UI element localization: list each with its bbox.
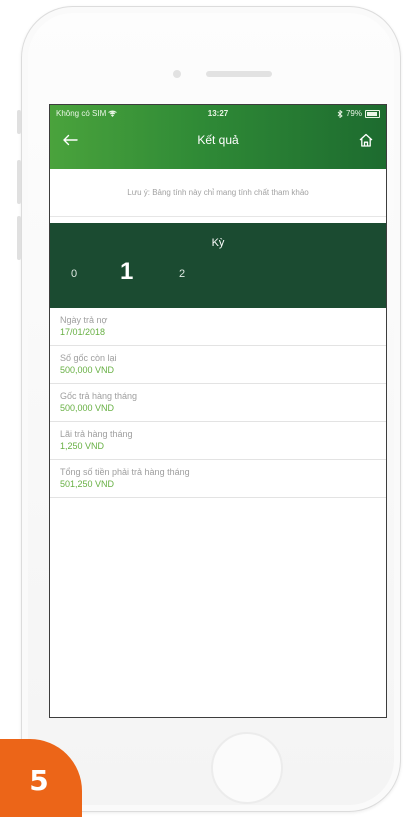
battery-percent: 79% [345, 109, 362, 118]
earpiece-speaker [206, 71, 272, 77]
status-bar: Không có SIM 13:27 79% [50, 107, 386, 121]
status-right: 79% [337, 109, 380, 118]
app-header: Không có SIM 13:27 79% Kết quả [50, 105, 386, 169]
period-tab-0[interactable]: 0 [71, 268, 77, 280]
phone-screen: Không có SIM 13:27 79% Kết quả Lưu ý: Bả… [49, 104, 387, 718]
result-row-monthly-total: Tổng số tiền phải trả hàng tháng 501,250… [50, 460, 386, 498]
period-tab-1-selected[interactable]: 1 [120, 258, 133, 286]
result-label: Ngày trả nợ [60, 315, 108, 325]
result-label: Lãi trả hàng tháng [60, 429, 133, 439]
phone-side-button [17, 110, 21, 134]
phone-home-button[interactable] [211, 732, 283, 804]
result-row-payment-date: Ngày trả nợ 17/01/2018 [50, 308, 386, 346]
period-selector: Kỳ 0 1 2 [50, 223, 386, 308]
period-title: Kỳ [211, 237, 225, 249]
tutorial-page: Không có SIM 13:27 79% Kết quả Lưu ý: Bả… [0, 0, 403, 817]
phone-side-button [17, 160, 21, 204]
home-nav-button[interactable] [354, 128, 378, 152]
result-row-monthly-principal: Gốc trả hàng tháng 500,000 VND [50, 384, 386, 422]
result-value: 501,250 VND [60, 479, 115, 489]
result-label: Gốc trả hàng tháng [60, 391, 138, 401]
result-label: Tổng số tiền phải trả hàng tháng [60, 467, 190, 477]
result-value: 500,000 VND [60, 365, 115, 375]
status-time: 13:27 [207, 109, 229, 118]
result-value: 17/01/2018 [60, 327, 106, 337]
result-row-remaining-principal: Số gốc còn lại 500,000 VND [50, 346, 386, 384]
phone-side-button [17, 216, 21, 260]
bluetooth-icon [337, 109, 343, 118]
battery-icon [365, 109, 380, 118]
result-value: 1,250 VND [60, 441, 105, 451]
result-label: Số gốc còn lại [60, 353, 117, 363]
page-title: Kết quả [197, 133, 239, 147]
home-icon [359, 133, 373, 147]
front-camera [173, 70, 181, 78]
period-tab-2[interactable]: 2 [179, 268, 185, 280]
result-list: Ngày trả nợ 17/01/2018 Số gốc còn lại 50… [50, 308, 386, 498]
result-row-monthly-interest: Lãi trả hàng tháng 1,250 VND [50, 422, 386, 460]
result-value: 500,000 VND [60, 403, 115, 413]
disclaimer-note: Lưu ý: Bảng tính này chỉ mang tính chất … [50, 169, 386, 217]
